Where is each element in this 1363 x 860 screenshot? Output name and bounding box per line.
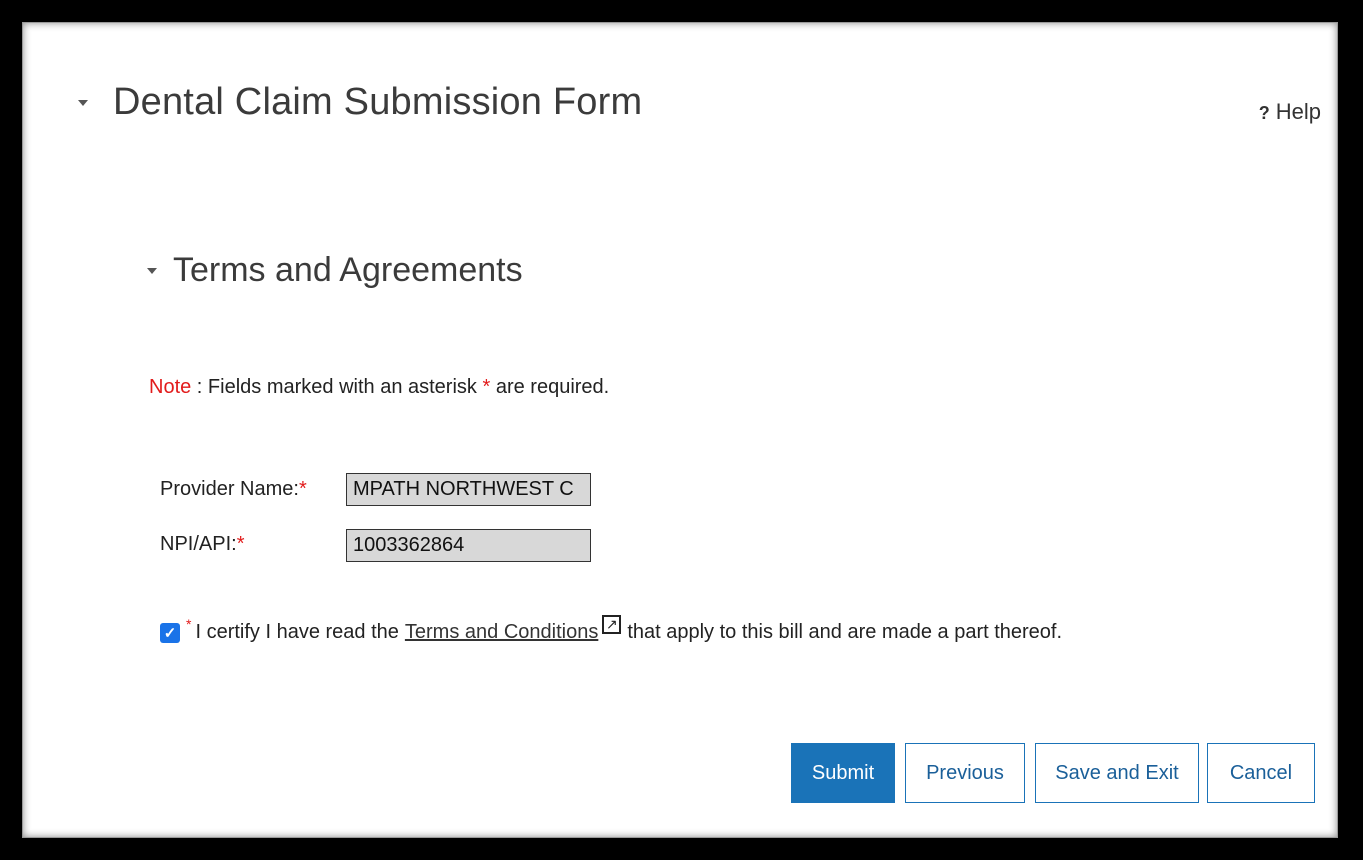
provider-name-label-text: Provider Name: [160, 478, 299, 500]
provider-name-label: Provider Name:* [160, 478, 307, 501]
certify-required-marker: * [186, 615, 192, 632]
collapse-caret-icon[interactable] [78, 99, 88, 106]
required-note: Note : Fields marked with an asterisk * … [149, 376, 609, 399]
terms-link[interactable]: Terms and Conditions [405, 621, 598, 644]
section-header: Terms and Agreements [147, 251, 523, 290]
form-panel: Dental Claim Submission Form ? Help Terms… [22, 22, 1338, 838]
note-text-after: are required. [490, 376, 610, 398]
cancel-button[interactable]: Cancel [1207, 743, 1315, 803]
external-link-icon[interactable]: ↗ [602, 615, 622, 634]
help-icon: ? [1258, 103, 1270, 123]
npi-field[interactable]: 1003362864 [346, 529, 591, 562]
certify-checkbox[interactable]: ✓ [160, 622, 180, 643]
help-link[interactable]: ? Help [1259, 99, 1321, 125]
help-label: Help [1275, 99, 1321, 124]
certify-row: ✓ * I certify I have read the Terms and … [160, 615, 1063, 644]
certify-text-after: that apply to this bill and are made a p… [627, 621, 1063, 643]
note-prefix: Note [149, 376, 192, 398]
certify-text-before: I certify I have read the [195, 621, 399, 643]
submit-button[interactable]: Submit [791, 743, 895, 803]
provider-name-field[interactable]: MPATH NORTHWEST C [346, 473, 591, 506]
section-title: Terms and Agreements [173, 251, 523, 289]
npi-label-text: NPI/API: [160, 533, 237, 555]
form-header: Dental Claim Submission Form [78, 81, 642, 124]
required-marker: * [298, 478, 307, 500]
section-caret-icon[interactable] [147, 267, 157, 274]
npi-label: NPI/API:* [160, 533, 245, 556]
previous-button[interactable]: Previous [905, 743, 1025, 803]
page-title: Dental Claim Submission Form [113, 81, 643, 123]
note-text-before: : Fields marked with an asterisk [191, 376, 483, 398]
required-marker: * [236, 533, 245, 555]
save-and-exit-button[interactable]: Save and Exit [1035, 743, 1199, 803]
